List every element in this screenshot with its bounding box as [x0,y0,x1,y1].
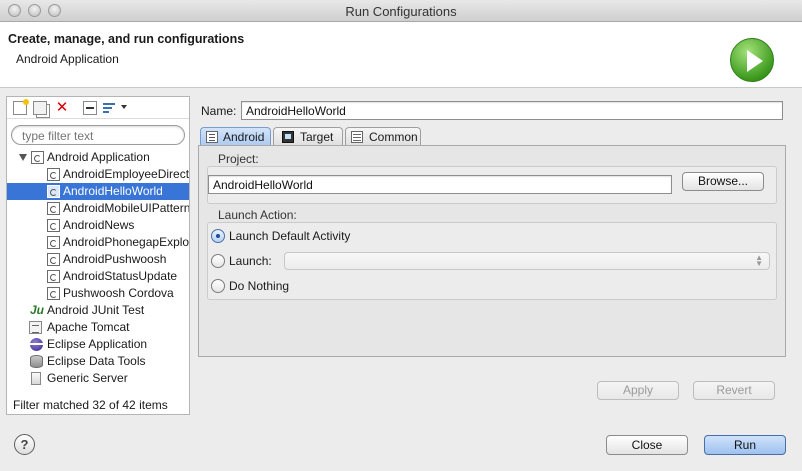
tree-item-label: Pushwoosh Cordova [63,286,174,300]
eclipse-icon [30,338,43,351]
delete-configuration-icon[interactable]: ✕ [55,100,69,115]
launch-activity-select[interactable]: ▲ ▼ [284,252,770,270]
android-config-icon [47,219,60,232]
tree-item-config-selected[interactable]: AndroidHelloWorld [7,183,189,200]
tree-item-label: AndroidStatusUpdate [63,269,178,283]
launch-default-activity-label: Launch Default Activity [229,229,351,243]
tree-item-config[interactable]: AndroidPhonegapExplorer [7,234,189,251]
browse-button[interactable]: Browse... [682,172,764,191]
tree-item-label: Generic Server [47,371,128,385]
server-icon [31,372,41,385]
header-subtitle: Android Application [16,52,119,66]
launch-activity-radio[interactable] [211,254,225,268]
window-title: Run Configurations [345,4,457,19]
tree-item-config[interactable]: AndroidMobileUIPatterns [7,200,189,217]
tree-item-config[interactable]: AndroidNews [7,217,189,234]
list-toolbar: ✕ [7,97,189,119]
filter-menu-chevron-down-icon[interactable] [121,105,127,109]
filter-status-text: Filter matched 32 of 42 items [13,398,168,412]
launch-default-activity-radio[interactable] [211,229,225,243]
configuration-tree: Android Application AndroidEmployeeDirec… [7,149,189,391]
launch-action-group-label: Launch Action: [218,208,297,222]
tree-item-label: Android JUnit Test [47,303,145,317]
filter-box[interactable] [11,125,185,145]
tree-item-config[interactable]: AndroidEmployeeDirectory [7,166,189,183]
duplicate-configuration-icon[interactable] [33,101,47,115]
apply-button[interactable]: Apply [597,381,679,400]
android-config-icon [47,253,60,266]
run-banner-icon [730,38,774,82]
tomcat-icon [29,321,42,334]
tab-android[interactable]: Android [200,127,271,147]
tree-item-config[interactable]: AndroidStatusUpdate [7,268,189,285]
new-configuration-icon[interactable] [13,99,29,115]
tree-item-eclipse-application[interactable]: Eclipse Application [7,336,189,353]
android-config-icon [47,168,60,181]
name-label: Name: [201,104,237,118]
tree-item-label: AndroidPhonegapExplorer [63,235,189,249]
help-icon[interactable]: ? [14,434,35,455]
tab-label: Android [223,130,265,144]
tree-item-android-application[interactable]: Android Application [7,149,189,166]
android-tab-icon [206,131,218,143]
close-button[interactable]: Close [606,435,688,455]
do-nothing-label: Do Nothing [229,279,290,293]
launch-activity-label: Launch: [229,254,272,268]
tab-label: Target [300,130,334,144]
tree-item-label: AndroidMobileUIPatterns [63,201,189,215]
title-bar: Run Configurations [0,0,802,22]
android-config-icon [47,287,60,300]
android-config-icon [47,202,60,215]
tree-item-label: Eclipse Application [47,337,148,351]
dialog-header: Create, manage, and run configurations A… [0,22,802,88]
header-title: Create, manage, and run configurations [8,32,245,46]
tab-label: Common [369,130,418,144]
target-tab-icon [282,131,294,143]
name-input[interactable] [242,102,782,119]
expand-triangle-icon[interactable] [19,154,27,161]
android-config-icon [47,236,60,249]
tab-target[interactable]: Target [273,127,343,146]
tree-item-label: Apache Tomcat [47,320,130,334]
filter-configurations-icon[interactable] [103,101,117,115]
tree-item-generic-server[interactable]: Generic Server [7,370,189,387]
project-input[interactable] [209,176,671,193]
collapse-all-icon[interactable] [83,101,97,115]
tree-item-android-junit-test[interactable]: Ju Android JUnit Test [7,302,189,319]
android-app-icon [31,151,44,164]
tab-common[interactable]: Common [345,127,421,146]
tree-item-apache-tomcat[interactable]: Apache Tomcat [7,319,189,336]
junit-icon: Ju [30,303,45,317]
configuration-list-panel: ✕ Android Application AndroidEmployeeDir… [6,96,190,415]
select-arrows-icon: ▲ ▼ [755,253,763,268]
tree-item-eclipse-data-tools[interactable]: Eclipse Data Tools [7,353,189,370]
do-nothing-radio[interactable] [211,279,225,293]
android-config-icon [47,185,60,198]
tree-item-label: Android Application [47,150,150,164]
project-field[interactable] [208,175,672,194]
tree-item-label: Eclipse Data Tools [47,354,146,368]
tree-item-label: AndroidNews [63,218,135,232]
android-config-icon [47,270,60,283]
tree-item-config[interactable]: Pushwoosh Cordova [7,285,189,302]
filter-input[interactable] [22,128,177,143]
project-group-label: Project: [218,152,259,166]
run-button[interactable]: Run [704,435,786,455]
name-field[interactable] [241,101,783,120]
tree-item-label: AndroidPushwoosh [63,252,167,266]
tree-item-label: AndroidEmployeeDirectory [63,167,189,181]
tree-item-label: AndroidHelloWorld [63,184,163,198]
revert-button[interactable]: Revert [693,381,775,400]
database-icon [30,355,43,368]
configuration-editor: Name: Android Target Common Project: Bro… [194,96,796,416]
common-tab-icon [351,131,363,143]
tree-item-config[interactable]: AndroidPushwoosh [7,251,189,268]
